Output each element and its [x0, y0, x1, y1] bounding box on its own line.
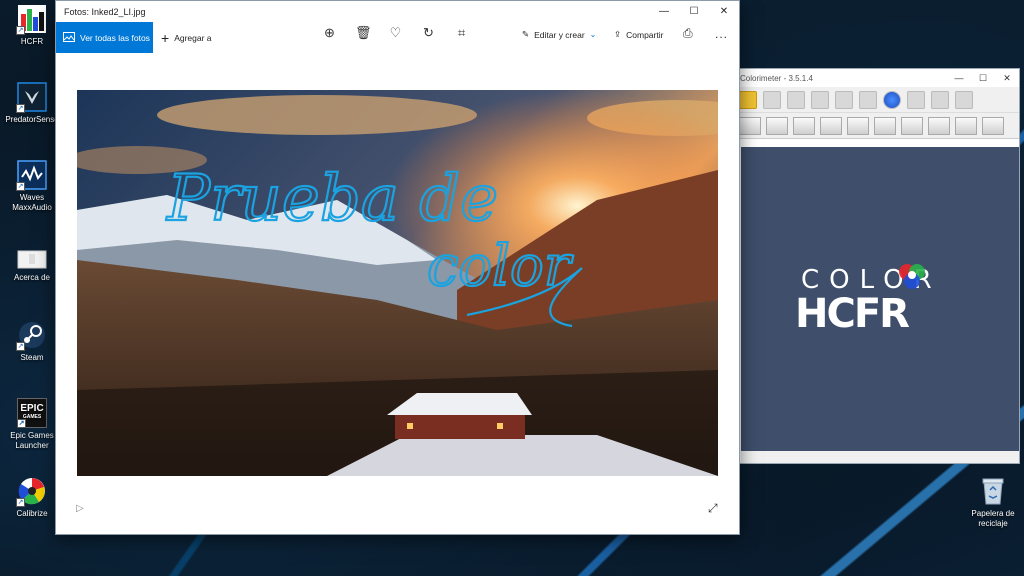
graph-icon[interactable] [766, 116, 788, 135]
recycle-bin-icon [980, 476, 1006, 506]
add-to-button[interactable]: + Agregar a [161, 31, 212, 45]
cut-icon[interactable] [787, 90, 805, 109]
predator-icon: ↗ [16, 82, 47, 113]
desktop-icon-calibrize[interactable]: ↗ Calibrize [4, 476, 60, 519]
handwritten-text-line-1: Prueba de [166, 162, 498, 236]
open-icon[interactable] [739, 90, 757, 109]
copy-icon[interactable] [811, 90, 829, 109]
desktop-icon-label: HCFR [20, 37, 44, 46]
play-slideshow-icon[interactable]: ▷ [76, 503, 84, 514]
share-icon: ⇪ [614, 29, 622, 39]
colorimeter-toolbar [731, 87, 1019, 113]
minimize-button[interactable]: — [947, 73, 971, 84]
graph-icon[interactable] [955, 116, 977, 135]
about-icon [17, 250, 47, 270]
desktop-icon-label: Calibrize [16, 509, 48, 518]
measure-icon[interactable] [907, 90, 925, 109]
more-options-button[interactable]: ... [715, 27, 728, 41]
desktop-icon-label: Waves MaxxAudio [12, 193, 52, 212]
desktop-icon-steam[interactable]: ↗ Steam [4, 320, 60, 363]
colorimeter-window[interactable]: Colorimeter - 3.5.1.4 — ☐ ✕ COLOR HCFR [730, 68, 1020, 464]
maximize-button[interactable]: ☐ [679, 6, 709, 17]
close-button[interactable]: ✕ [709, 6, 739, 17]
desktop-icon-label: PredatorSense [5, 115, 59, 124]
hcfr-app-icon: ↗ [16, 4, 47, 35]
desktop-icon-hcfr[interactable]: ↗ HCFR [4, 4, 60, 47]
desktop-icon-label: Acerca de [13, 273, 51, 282]
delete-icon[interactable]: 🗑 [355, 25, 372, 41]
shortcut-arrow-icon: ↗ [16, 498, 25, 507]
epic-games-icon: EPIC GAMES ↗ [17, 398, 47, 428]
fullscreen-icon[interactable]: ⤢ [708, 501, 718, 516]
desktop-icon-recycle-bin[interactable]: Papelera de reciclaje [964, 476, 1022, 529]
image-tools: ⊕ 🗑 ♡ ↻ ⌗ [322, 25, 469, 41]
close-button[interactable]: ✕ [995, 73, 1019, 84]
desktop-icon-epic[interactable]: EPIC GAMES ↗ Epic Games Launcher [4, 398, 60, 451]
desktop-icon-about[interactable]: Acerca de [4, 250, 60, 283]
plus-icon: + [161, 29, 170, 46]
window-title: Colorimeter - 3.5.1.4 [740, 73, 813, 83]
graph-icon[interactable] [793, 116, 815, 135]
calibrize-icon: ↗ [16, 476, 47, 507]
handwritten-text-line-2: color [427, 234, 574, 299]
shortcut-arrow-icon: ↗ [16, 104, 25, 113]
graph-icon[interactable] [820, 116, 842, 135]
shortcut-arrow-icon: ↗ [16, 182, 25, 191]
edit-create-button[interactable]: ✎ Editar y crear ⌄ [522, 29, 596, 40]
minimize-button[interactable]: — [649, 6, 679, 17]
desktop-icon-predatorsense[interactable]: ↗ PredatorSense [4, 82, 60, 125]
shortcut-arrow-icon: ↗ [16, 26, 25, 35]
favorite-icon[interactable]: ♡ [388, 25, 403, 41]
waves-icon: ↗ [16, 160, 47, 191]
colorimeter-main-view: COLOR HCFR [741, 147, 1019, 453]
help-icon[interactable] [883, 90, 901, 109]
photos-window[interactable]: Fotos: Inked2_LI.jpg — ☐ ✕ Ver todas las… [56, 1, 739, 534]
color-sensor-icon[interactable] [955, 90, 973, 109]
edit-icon: ✎ [522, 29, 530, 39]
colorimeter-graph-toolbar [731, 113, 1019, 139]
graph-icon[interactable] [847, 116, 869, 135]
desktop-icon-label: Steam [20, 353, 44, 362]
graph-icon[interactable] [739, 116, 761, 135]
color-hcfr-logo: COLOR HCFR [795, 264, 965, 337]
zoom-icon[interactable]: ⊕ [322, 25, 337, 41]
window-title: Fotos: Inked2_LI.jpg [64, 6, 146, 17]
status-bar [741, 451, 1019, 463]
desktop-icon-waves[interactable]: ↗ Waves MaxxAudio [4, 160, 60, 213]
paste-icon[interactable] [835, 90, 853, 109]
maximize-button[interactable]: ☐ [971, 73, 995, 84]
chevron-down-icon: ⌄ [589, 30, 597, 39]
shortcut-arrow-icon: ↗ [16, 342, 25, 351]
graph-icon[interactable] [928, 116, 950, 135]
photos-title-bar[interactable]: Fotos: Inked2_LI.jpg — ☐ ✕ [56, 1, 739, 22]
desktop-icon-label: Papelera de reciclaje [971, 509, 1015, 528]
view-all-photos-button[interactable]: Ver todas las fotos [56, 22, 153, 53]
graph-icon[interactable] [874, 116, 896, 135]
print-icon[interactable] [859, 90, 877, 109]
colorimeter-title-bar[interactable]: Colorimeter - 3.5.1.4 — ☐ ✕ [731, 69, 1019, 87]
graph-icon[interactable] [901, 116, 923, 135]
crop-icon[interactable]: ⌗ [454, 25, 469, 41]
graph-icon[interactable] [982, 116, 1004, 135]
share-button[interactable]: ⇪ Compartir [614, 29, 663, 40]
print-icon[interactable]: ⎙ [683, 26, 693, 41]
photo-image: Prueba de color [77, 90, 718, 476]
shortcut-arrow-icon: ↗ [17, 419, 26, 428]
rgb-circles-icon [899, 264, 925, 289]
gray-scale-icon[interactable] [931, 90, 949, 109]
desktop-icon-label: Epic Games Launcher [10, 431, 54, 450]
rotate-icon[interactable]: ↻ [421, 25, 436, 41]
steam-icon: ↗ [16, 320, 47, 351]
save-icon[interactable] [763, 90, 781, 109]
photos-icon [63, 31, 75, 44]
